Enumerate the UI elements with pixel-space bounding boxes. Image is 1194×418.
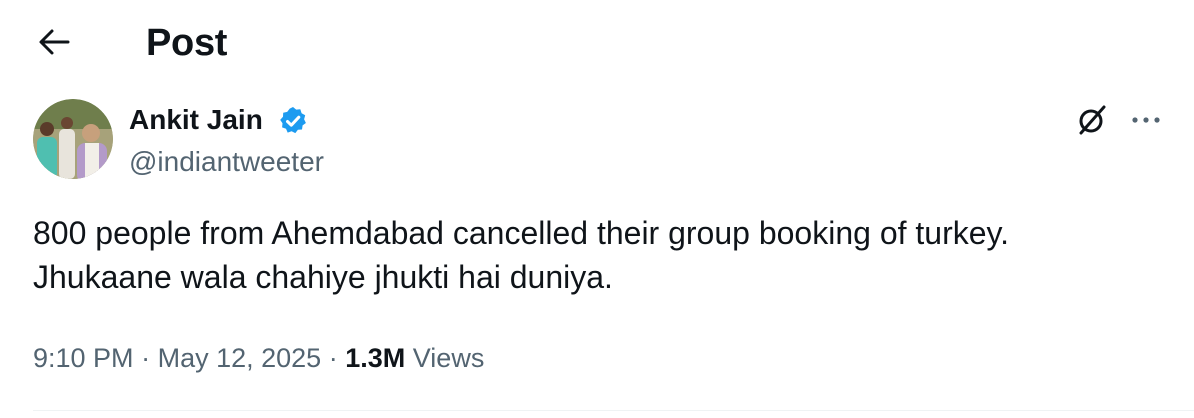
avatar[interactable]: [33, 99, 113, 179]
tweet-date[interactable]: May 12, 2025: [158, 343, 322, 373]
post-header: Post: [0, 0, 1194, 88]
tweet-time[interactable]: 9:10 PM: [33, 343, 134, 373]
meta-separator: ·: [141, 343, 151, 373]
author-handle[interactable]: @indiantweeter: [129, 144, 324, 180]
views-count: 1.3M: [345, 343, 406, 373]
tweet-text: 800 people from Ahemdabad cancelled thei…: [33, 211, 1153, 299]
tweet-line: 800 people from Ahemdabad cancelled thei…: [33, 215, 1010, 251]
author-name[interactable]: Ankit Jain: [129, 102, 263, 138]
divider: [33, 410, 1194, 411]
page-title: Post: [146, 22, 228, 64]
arrow-left-icon: [39, 29, 70, 55]
verified-badge-icon: [280, 107, 306, 134]
views-label: Views: [412, 343, 485, 373]
tweet-meta: 9:10 PM · May 12, 2025 · 1.3M Views: [33, 340, 484, 376]
profile-photo: [33, 99, 113, 179]
more-horizontal-icon: [1132, 117, 1160, 123]
back-button[interactable]: [30, 22, 78, 62]
more-button[interactable]: [1124, 100, 1168, 140]
grok-icon: [1079, 105, 1106, 135]
post-page: Post Ankit Jain @indiantweeter 800 peopl…: [0, 0, 1194, 418]
tweet-line: Jhukaane wala chahiye jhukti hai duniya.: [33, 259, 613, 295]
grok-button[interactable]: [1072, 100, 1112, 140]
meta-separator: ·: [328, 343, 338, 373]
